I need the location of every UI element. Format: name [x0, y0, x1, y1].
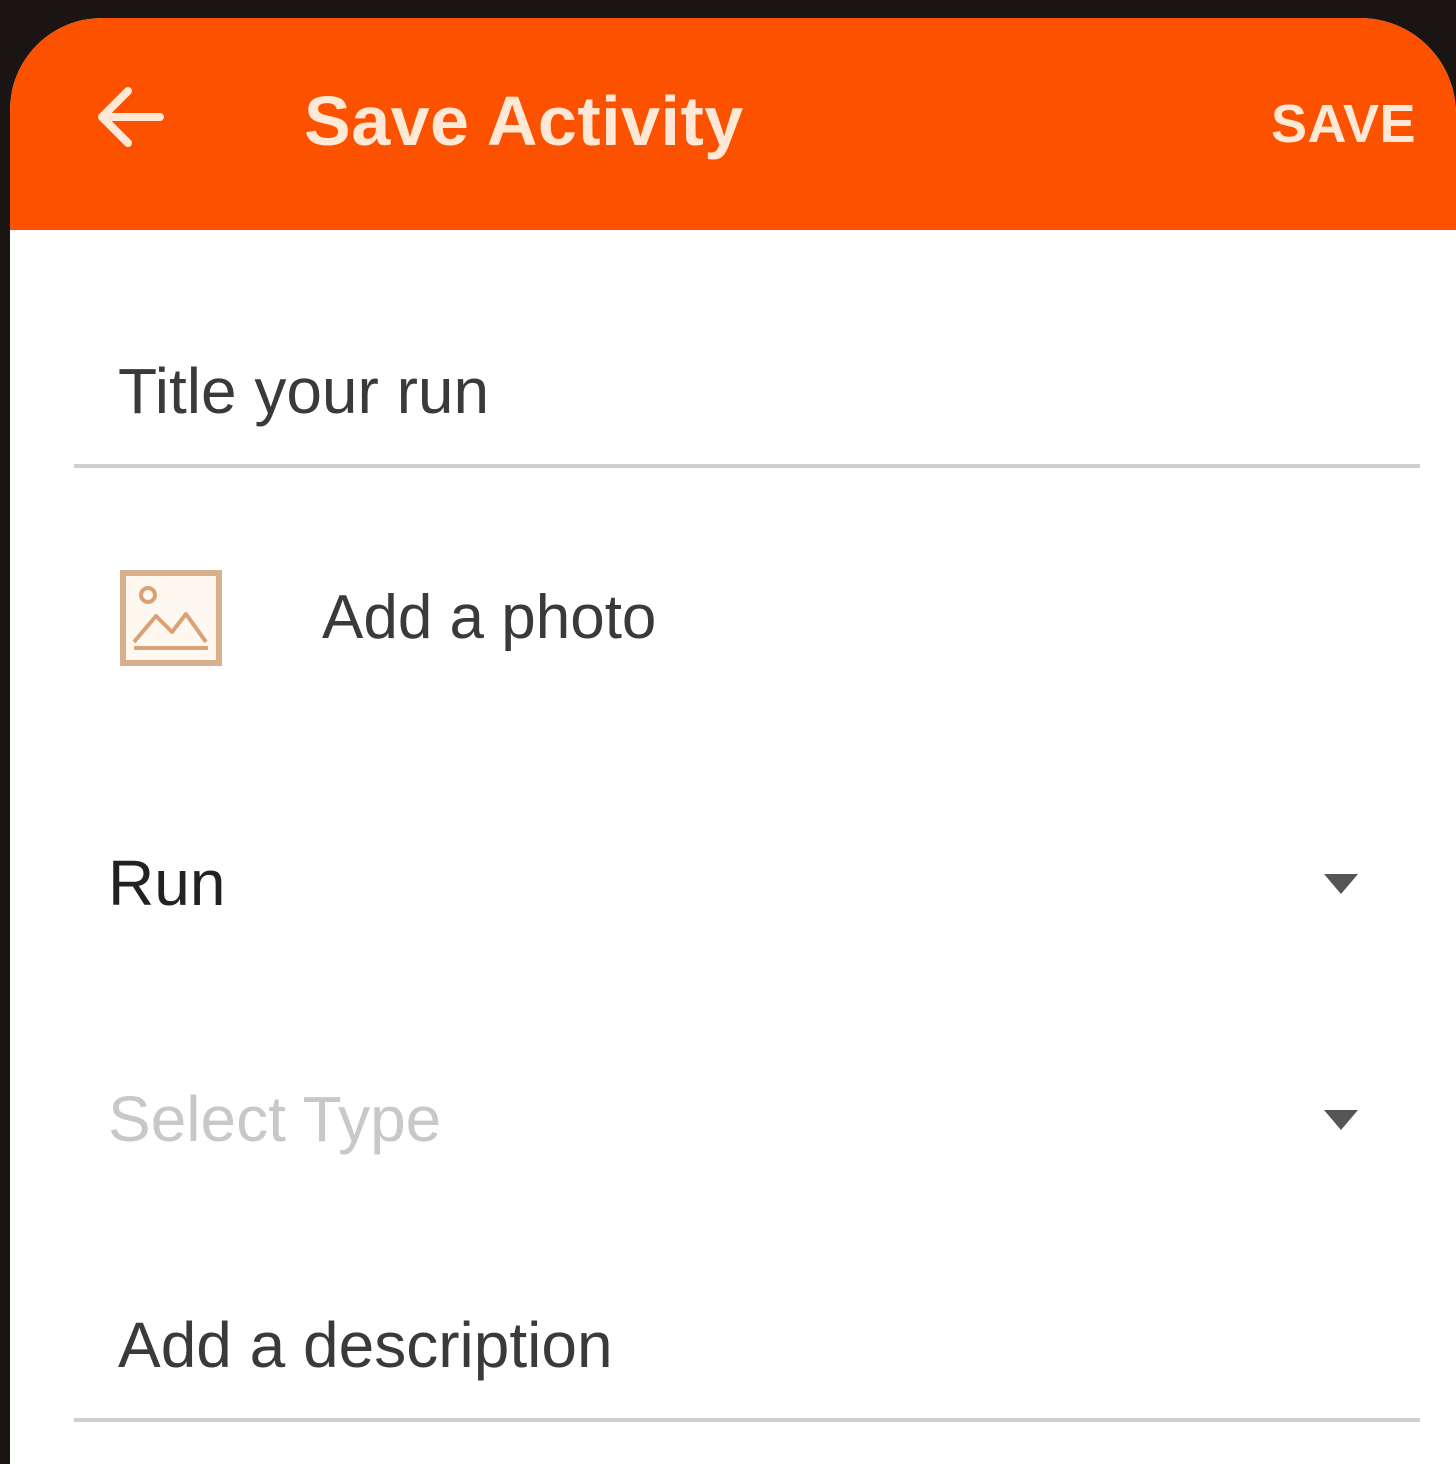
- activity-type-select[interactable]: Run: [106, 808, 1366, 958]
- activity-type-value: Run: [108, 847, 226, 919]
- save-button[interactable]: SAVE: [1271, 84, 1416, 164]
- add-photo-label: Add a photo: [322, 583, 657, 652]
- back-button[interactable]: [82, 72, 172, 162]
- description-field: [74, 1272, 1420, 1422]
- app-bar: Save Activity SAVE: [10, 18, 1456, 230]
- page-title: Save Activity: [304, 82, 744, 160]
- run-type-placeholder: Select Type: [108, 1083, 442, 1155]
- image-icon: [118, 568, 224, 668]
- add-photo-button[interactable]: Add a photo: [110, 538, 810, 698]
- title-input[interactable]: [74, 318, 1420, 464]
- description-input[interactable]: [74, 1272, 1420, 1418]
- save-activity-screen: Save Activity SAVE Add a photo Run Selec…: [10, 18, 1456, 1464]
- run-type-select[interactable]: Select Type: [106, 1044, 1366, 1194]
- arrow-left-icon: [82, 72, 172, 162]
- title-field: [74, 318, 1420, 468]
- caret-down-icon: [1324, 1110, 1358, 1130]
- caret-down-icon: [1324, 874, 1358, 894]
